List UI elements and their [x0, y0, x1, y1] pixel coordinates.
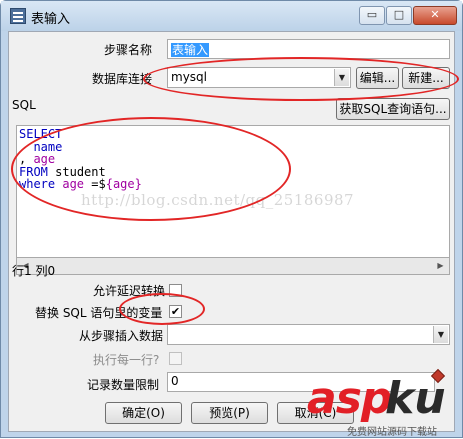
- insert-from-step-label: 从步骤插入数据: [79, 329, 164, 343]
- connection-label: 数据库连接: [92, 72, 153, 86]
- get-sql-button[interactable]: 获取SQL查询语句...: [336, 98, 450, 120]
- connection-select[interactable]: mysql ▼: [167, 67, 351, 88]
- chevron-down-icon[interactable]: ▼: [334, 69, 349, 86]
- limit-value: 0: [171, 374, 179, 388]
- preview-button[interactable]: 预览(P): [191, 402, 268, 424]
- title-bar[interactable]: 表输入 ▭ □ ✕: [1, 1, 462, 31]
- step-name-input[interactable]: 表输入: [167, 39, 450, 59]
- scroll-right-icon[interactable]: ▶: [432, 258, 449, 274]
- limit-label: 记录数量限制: [87, 378, 160, 392]
- replace-variables-checkbox[interactable]: ✔: [169, 305, 182, 318]
- cursor-position: 行1 列0: [12, 264, 56, 278]
- maximize-button[interactable]: □: [386, 6, 412, 25]
- execute-each-row-label: 执行每一行?: [93, 353, 160, 367]
- lazy-conversion-label: 允许延迟转换: [93, 284, 166, 298]
- edit-connection-button[interactable]: 编辑...: [356, 67, 399, 89]
- replace-variables-label: 替换 SQL 语句里的变量: [35, 306, 163, 320]
- watermark-text: http://blog.csdn.net/qq_25186987: [81, 191, 355, 209]
- logo-subtitle: 免费网站源码下载站: [347, 427, 437, 438]
- logo-asp-text: asp: [307, 373, 392, 424]
- horizontal-scrollbar[interactable]: ◀ ▶: [16, 258, 450, 275]
- ok-button[interactable]: 确定(O): [105, 402, 182, 424]
- connection-value: mysql: [171, 70, 207, 84]
- sql-keyword: where: [19, 177, 56, 191]
- step-name-value: 表输入: [171, 43, 210, 57]
- sql-label: SQL: [12, 98, 36, 112]
- sql-operator: =$: [84, 177, 106, 191]
- sql-identifier: age: [62, 177, 85, 191]
- execute-each-row-checkbox[interactable]: [169, 352, 182, 365]
- minimize-button[interactable]: ▭: [359, 6, 385, 25]
- dialog-content: 步骤名称 表输入 数据库连接 mysql ▼ 编辑... 新建... SQL 获…: [8, 31, 455, 432]
- sql-variable: {age}: [105, 177, 142, 191]
- logo-ku-text: ku: [385, 373, 446, 424]
- new-connection-button[interactable]: 新建...: [402, 67, 450, 89]
- sql-text: SELECT name , age FROM student where age…: [17, 126, 449, 193]
- table-input-icon: [10, 8, 26, 24]
- site-logo: asp ku 免费网站源码下载站: [303, 373, 463, 439]
- chevron-down-icon[interactable]: ▼: [433, 326, 448, 343]
- dialog-window: 表输入 ▭ □ ✕ 步骤名称 表输入 数据库连接 mysql ▼ 编辑... 新…: [0, 0, 463, 438]
- insert-from-step-select[interactable]: ▼: [167, 324, 450, 345]
- lazy-conversion-checkbox[interactable]: [169, 284, 182, 297]
- window-title: 表输入: [31, 12, 71, 27]
- close-button[interactable]: ✕: [413, 6, 457, 25]
- step-name-label: 步骤名称: [104, 43, 153, 57]
